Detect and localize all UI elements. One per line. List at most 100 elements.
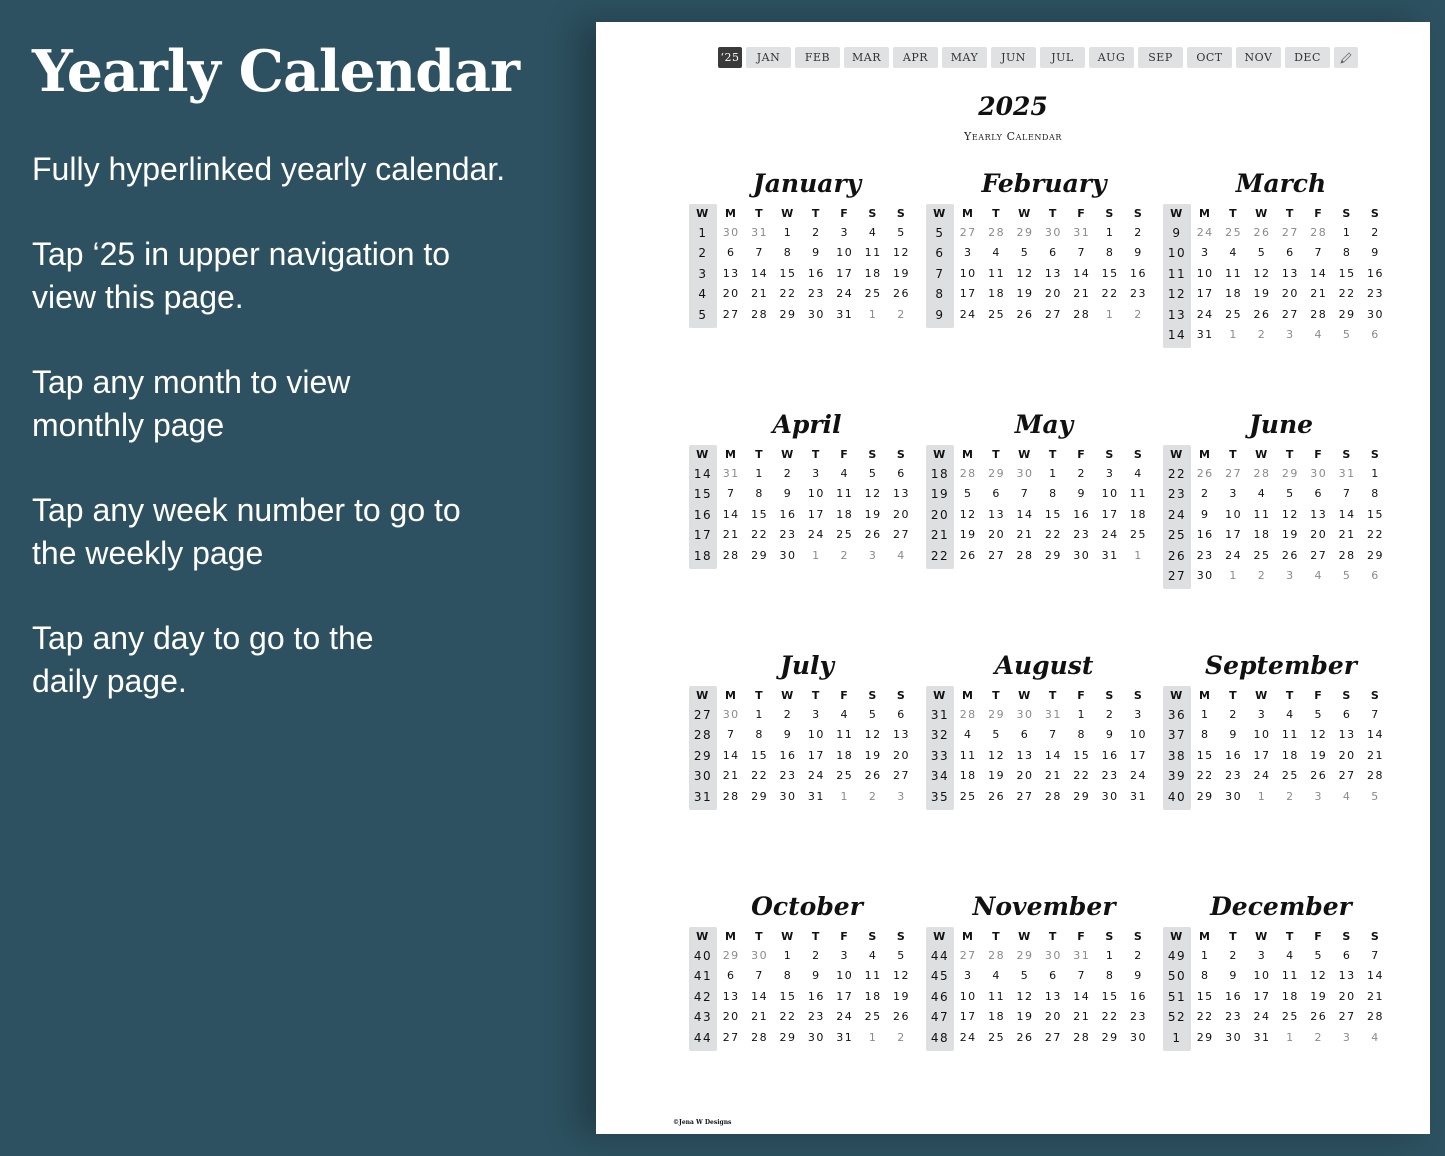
day-cell[interactable]: 3 bbox=[802, 705, 830, 725]
day-cell[interactable]: 20 bbox=[717, 1007, 745, 1027]
day-cell[interactable]: 10 bbox=[802, 725, 830, 745]
day-cell[interactable]: 8 bbox=[774, 966, 802, 986]
day-cell[interactable]: 8 bbox=[745, 725, 773, 745]
day-cell[interactable]: 6 bbox=[887, 705, 915, 725]
adjacent-month-day[interactable]: 3 bbox=[1276, 566, 1304, 586]
day-cell[interactable]: 15 bbox=[1191, 746, 1219, 766]
day-cell[interactable]: 17 bbox=[831, 264, 859, 284]
adjacent-month-day[interactable]: 28 bbox=[982, 223, 1010, 243]
month-title[interactable]: March bbox=[1169, 167, 1393, 200]
day-cell[interactable]: 7 bbox=[1068, 966, 1096, 986]
week-number[interactable]: 52 bbox=[1163, 1007, 1191, 1027]
day-cell[interactable]: 14 bbox=[717, 505, 745, 525]
day-cell[interactable]: 27 bbox=[1333, 1007, 1361, 1027]
week-number[interactable]: 12 bbox=[1163, 284, 1191, 304]
adjacent-month-day[interactable]: 26 bbox=[1248, 223, 1276, 243]
day-cell[interactable]: 20 bbox=[717, 284, 745, 304]
adjacent-month-day[interactable]: 3 bbox=[859, 546, 887, 566]
week-number[interactable]: 44 bbox=[926, 946, 954, 966]
day-cell[interactable]: 23 bbox=[1191, 546, 1219, 566]
day-cell[interactable]: 13 bbox=[1333, 725, 1361, 745]
month-title[interactable]: April bbox=[695, 408, 919, 441]
day-cell[interactable]: 22 bbox=[1096, 1007, 1124, 1027]
day-cell[interactable]: 30 bbox=[1361, 305, 1389, 325]
week-number[interactable]: 51 bbox=[1163, 987, 1191, 1007]
day-cell[interactable]: 14 bbox=[745, 987, 773, 1007]
day-cell[interactable]: 5 bbox=[887, 946, 915, 966]
day-cell[interactable]: 14 bbox=[1333, 505, 1361, 525]
day-cell[interactable]: 25 bbox=[859, 1007, 887, 1027]
week-number[interactable]: 17 bbox=[689, 525, 717, 545]
adjacent-month-day[interactable]: 2 bbox=[1305, 1028, 1333, 1048]
adjacent-month-day[interactable]: 2 bbox=[1276, 787, 1304, 807]
day-cell[interactable]: 10 bbox=[1248, 725, 1276, 745]
day-cell[interactable]: 22 bbox=[1191, 1007, 1219, 1027]
adjacent-month-day[interactable]: 31 bbox=[1039, 705, 1067, 725]
day-cell[interactable]: 20 bbox=[1333, 746, 1361, 766]
day-cell[interactable]: 9 bbox=[1219, 966, 1247, 986]
adjacent-month-day[interactable]: 30 bbox=[717, 223, 745, 243]
day-cell[interactable]: 18 bbox=[1276, 987, 1304, 1007]
day-cell[interactable]: 31 bbox=[1191, 325, 1219, 345]
day-cell[interactable]: 2 bbox=[1068, 464, 1096, 484]
day-cell[interactable]: 17 bbox=[831, 987, 859, 1007]
day-cell[interactable]: 24 bbox=[954, 305, 982, 325]
day-cell[interactable]: 1 bbox=[1096, 946, 1124, 966]
day-cell[interactable]: 8 bbox=[774, 243, 802, 263]
day-cell[interactable]: 1 bbox=[745, 705, 773, 725]
adjacent-month-day[interactable]: 3 bbox=[1276, 325, 1304, 345]
nav-tab-sep[interactable]: SEP bbox=[1138, 47, 1183, 68]
day-cell[interactable]: 4 bbox=[954, 725, 982, 745]
day-cell[interactable]: 10 bbox=[954, 987, 982, 1007]
week-number[interactable]: 43 bbox=[689, 1007, 717, 1027]
week-number[interactable]: 24 bbox=[1163, 505, 1191, 525]
day-cell[interactable]: 29 bbox=[1191, 1028, 1219, 1048]
day-cell[interactable]: 11 bbox=[859, 243, 887, 263]
day-cell[interactable]: 13 bbox=[1305, 505, 1333, 525]
day-cell[interactable]: 12 bbox=[1305, 725, 1333, 745]
adjacent-month-day[interactable]: 31 bbox=[745, 223, 773, 243]
day-cell[interactable]: 6 bbox=[1276, 243, 1304, 263]
day-cell[interactable]: 4 bbox=[859, 946, 887, 966]
day-cell[interactable]: 31 bbox=[831, 1028, 859, 1048]
day-cell[interactable]: 23 bbox=[1068, 525, 1096, 545]
day-cell[interactable]: 16 bbox=[1219, 746, 1247, 766]
week-number[interactable]: 22 bbox=[1163, 464, 1191, 484]
day-cell[interactable]: 8 bbox=[1039, 484, 1067, 504]
day-cell[interactable]: 21 bbox=[717, 525, 745, 545]
adjacent-month-day[interactable]: 4 bbox=[1305, 325, 1333, 345]
day-cell[interactable]: 2 bbox=[1124, 223, 1152, 243]
day-cell[interactable]: 19 bbox=[1248, 284, 1276, 304]
day-cell[interactable]: 6 bbox=[1039, 966, 1067, 986]
adjacent-month-day[interactable]: 1 bbox=[1096, 305, 1124, 325]
day-cell[interactable]: 8 bbox=[1096, 966, 1124, 986]
day-cell[interactable]: 19 bbox=[1011, 284, 1039, 304]
day-cell[interactable]: 20 bbox=[1011, 766, 1039, 786]
day-cell[interactable]: 25 bbox=[1276, 766, 1304, 786]
week-number[interactable]: 23 bbox=[1163, 484, 1191, 504]
day-cell[interactable]: 28 bbox=[717, 546, 745, 566]
week-number[interactable]: 16 bbox=[689, 505, 717, 525]
day-cell[interactable]: 7 bbox=[1305, 243, 1333, 263]
week-number[interactable]: 30 bbox=[689, 766, 717, 786]
week-number[interactable]: 10 bbox=[1163, 243, 1191, 263]
day-cell[interactable]: 21 bbox=[1361, 987, 1389, 1007]
day-cell[interactable]: 15 bbox=[1096, 264, 1124, 284]
week-number[interactable]: 6 bbox=[926, 243, 954, 263]
month-title[interactable]: December bbox=[1169, 890, 1393, 923]
day-cell[interactable]: 12 bbox=[859, 725, 887, 745]
adjacent-month-day[interactable]: 6 bbox=[1361, 566, 1389, 586]
day-cell[interactable]: 6 bbox=[1333, 946, 1361, 966]
adjacent-month-day[interactable]: 30 bbox=[717, 705, 745, 725]
nav-tab-dec[interactable]: DEC bbox=[1285, 47, 1330, 68]
day-cell[interactable]: 26 bbox=[1011, 305, 1039, 325]
day-cell[interactable]: 11 bbox=[831, 725, 859, 745]
week-number[interactable]: 21 bbox=[926, 525, 954, 545]
day-cell[interactable]: 5 bbox=[859, 705, 887, 725]
day-cell[interactable]: 28 bbox=[1305, 305, 1333, 325]
day-cell[interactable]: 11 bbox=[1124, 484, 1152, 504]
day-cell[interactable]: 7 bbox=[1011, 484, 1039, 504]
day-cell[interactable]: 2 bbox=[1361, 223, 1389, 243]
day-cell[interactable]: 22 bbox=[1068, 766, 1096, 786]
day-cell[interactable]: 2 bbox=[802, 946, 830, 966]
